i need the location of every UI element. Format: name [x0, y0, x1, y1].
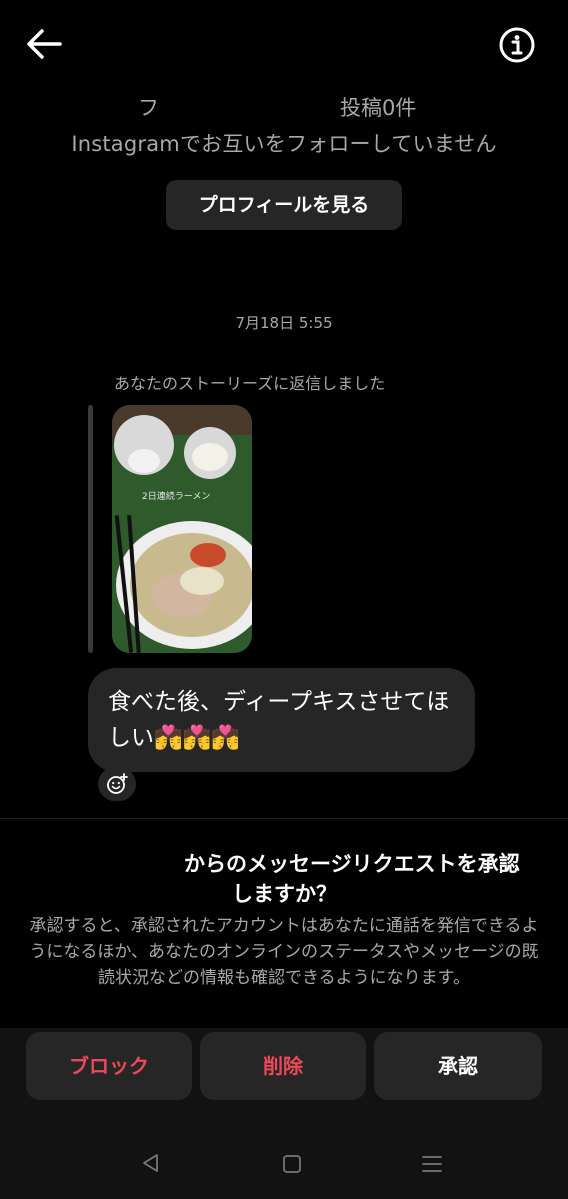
chat-header	[0, 0, 568, 90]
request-title-line2: しますか？	[232, 882, 337, 906]
square-home-icon	[283, 1155, 301, 1173]
triangle-back-icon	[143, 1154, 158, 1172]
accept-button[interactable]: 承認	[374, 1032, 542, 1100]
info-button[interactable]	[497, 25, 537, 65]
emoji-add-icon	[107, 773, 128, 794]
system-nav-bar	[0, 1130, 568, 1199]
story-reply-bar	[88, 405, 93, 653]
back-button[interactable]	[22, 24, 66, 64]
message-timestamp: 7月18日 5:55	[235, 314, 333, 332]
request-title-line1: からのメッセージリクエストを承認	[184, 852, 520, 876]
message-bubble[interactable]: 食べた後、ディープキスさせてほしい💏💏💏	[88, 668, 475, 772]
username-redacted	[112, 28, 142, 68]
story-thumbnail[interactable]: 2日連続ラーメン	[112, 405, 252, 653]
delete-button[interactable]: 削除	[200, 1032, 366, 1100]
profile-summary: フ 投稿0件 Instagramでお互いをフォローしていません	[0, 92, 568, 158]
request-description: 承認すると、承認されたアカウントはあなたに通話を発信できるようになるほか、あなた…	[29, 916, 539, 988]
post-count: 投稿0件	[340, 96, 417, 120]
story-caption: 2日連続ラーメン	[142, 490, 210, 502]
view-profile-button[interactable]: プロフィールを見る	[166, 180, 402, 230]
follow-status: Instagramでお互いをフォローしていません	[71, 132, 497, 156]
menu-lines-icon	[422, 1156, 442, 1172]
story-reply-note: あなたのストーリーズに返信しました	[114, 374, 386, 393]
add-reaction-button[interactable]	[98, 767, 136, 801]
profile-name: フ	[138, 96, 159, 120]
nav-home-button[interactable]	[280, 1152, 304, 1176]
profile-stats: フ 投稿0件	[0, 92, 568, 124]
info-icon	[499, 27, 535, 63]
block-button[interactable]: ブロック	[26, 1032, 192, 1100]
nav-back-button[interactable]	[140, 1152, 162, 1174]
arrow-left-icon	[27, 29, 62, 59]
nav-recents-button[interactable]	[420, 1152, 444, 1176]
story-image: 2日連続ラーメン	[112, 405, 252, 653]
